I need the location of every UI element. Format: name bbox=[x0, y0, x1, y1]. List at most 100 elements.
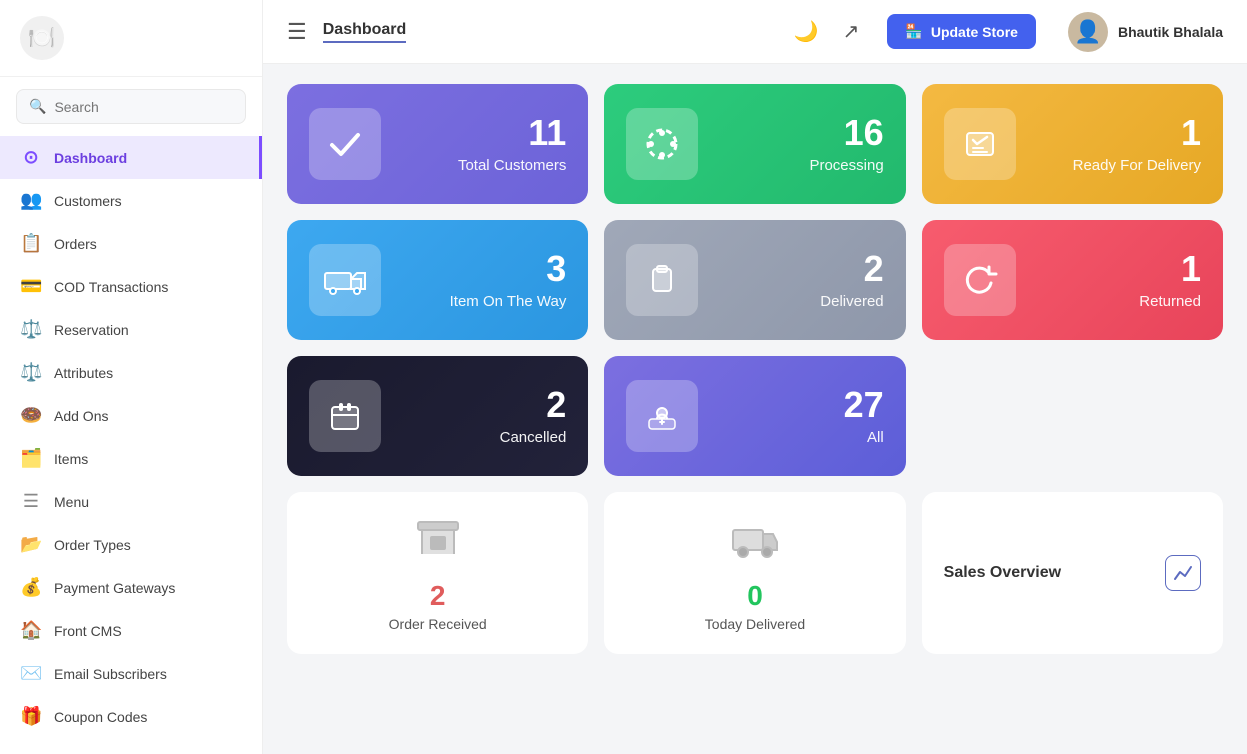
sidebar-item-label: Orders bbox=[54, 236, 97, 252]
user-menu[interactable]: 👤 Bhautik Bhalala bbox=[1068, 12, 1223, 52]
sidebar-item-label: Email Subscribers bbox=[54, 666, 167, 682]
sidebar-item-items[interactable]: 🗂️ Items bbox=[0, 437, 262, 480]
stats-grid: 11 Total Customers 16 Pro bbox=[287, 84, 1223, 476]
orders-icon: 📋 bbox=[20, 233, 42, 254]
sidebar-item-reservation[interactable]: ⚖️ Reservation bbox=[0, 308, 262, 351]
order-received-number: 2 bbox=[430, 580, 446, 612]
cms-icon: 🏠 bbox=[20, 620, 42, 641]
sidebar-item-menu[interactable]: ☰ Menu bbox=[0, 480, 262, 523]
item-on-the-way-number: 3 bbox=[399, 251, 566, 287]
delivered-number: 2 bbox=[716, 251, 883, 287]
sidebar-item-label: Coupon Codes bbox=[54, 709, 147, 725]
all-label: All bbox=[716, 429, 883, 446]
sidebar-item-label: COD Transactions bbox=[54, 279, 168, 295]
delivered-label: Delivered bbox=[716, 293, 883, 310]
sidebar-item-label: Customers bbox=[54, 193, 122, 209]
today-delivered-label: Today Delivered bbox=[705, 616, 805, 632]
empty-slot bbox=[922, 356, 1223, 476]
sidebar-item-dashboard[interactable]: ⊙ Dashboard bbox=[0, 136, 262, 179]
order-received-card: 2 Order Received bbox=[287, 492, 588, 654]
today-delivered-card: 0 Today Delivered bbox=[604, 492, 905, 654]
email-icon: ✉️ bbox=[20, 663, 42, 684]
sidebar-item-customers[interactable]: 👥 Customers bbox=[0, 179, 262, 222]
sidebar-item-label: Order Types bbox=[54, 537, 131, 553]
sidebar-item-front-cms[interactable]: 🏠 Front CMS bbox=[0, 609, 262, 652]
sales-overview-title: Sales Overview bbox=[944, 564, 1061, 582]
page-title: Dashboard bbox=[323, 21, 407, 43]
sidebar-item-email-subscribers[interactable]: ✉️ Email Subscribers bbox=[0, 652, 262, 695]
sidebar-item-label: Front CMS bbox=[54, 623, 122, 639]
search-input[interactable] bbox=[54, 99, 233, 115]
update-store-button[interactable]: 🏪 Update Store bbox=[887, 14, 1036, 49]
delivered-icon bbox=[626, 244, 698, 316]
bottom-cards-grid: 2 Order Received 0 Today Delivered Sales… bbox=[287, 492, 1223, 654]
sidebar-item-attributes[interactable]: ⚖️ Attributes bbox=[0, 351, 262, 394]
sidebar-item-label: Payment Gateways bbox=[54, 580, 175, 596]
dark-mode-icon[interactable]: 🌙 bbox=[794, 19, 819, 44]
order-received-icon bbox=[412, 514, 464, 572]
returned-icon bbox=[944, 244, 1016, 316]
sidebar-item-order-types[interactable]: 📂 Order Types bbox=[0, 523, 262, 566]
returned-label: Returned bbox=[1034, 293, 1201, 310]
total-customers-label: Total Customers bbox=[399, 157, 566, 174]
sidebar-item-payment-gateways[interactable]: 💰 Payment Gateways bbox=[0, 566, 262, 609]
sidebar-item-cod-transactions[interactable]: 💳 COD Transactions bbox=[0, 265, 262, 308]
store-icon: 🏪 bbox=[905, 23, 922, 40]
addons-icon: 🍩 bbox=[20, 405, 42, 426]
external-link-icon[interactable]: ↗ bbox=[843, 19, 860, 44]
today-delivered-icon bbox=[729, 514, 781, 572]
returned-info: 1 Returned bbox=[1034, 251, 1201, 310]
all-info: 27 All bbox=[716, 387, 883, 446]
hamburger-icon[interactable]: ☰ bbox=[287, 19, 307, 45]
sales-overview-card: Sales Overview bbox=[922, 492, 1223, 654]
header: ☰ Dashboard 🌙 ↗ 🏪 Update Store 👤 Bhautik… bbox=[263, 0, 1247, 64]
menu-icon: ☰ bbox=[20, 491, 42, 512]
stat-card-processing: 16 Processing bbox=[604, 84, 905, 204]
ready-for-delivery-number: 1 bbox=[1034, 115, 1201, 151]
processing-info: 16 Processing bbox=[716, 115, 883, 174]
sidebar-item-label: Add Ons bbox=[54, 408, 108, 424]
returned-number: 1 bbox=[1034, 251, 1201, 287]
processing-number: 16 bbox=[716, 115, 883, 151]
items-icon: 🗂️ bbox=[20, 448, 42, 469]
ready-for-delivery-label: Ready For Delivery bbox=[1034, 157, 1201, 174]
today-delivered-number: 0 bbox=[747, 580, 763, 612]
payment-icon: 💰 bbox=[20, 577, 42, 598]
item-on-the-way-info: 3 Item On The Way bbox=[399, 251, 566, 310]
cod-icon: 💳 bbox=[20, 276, 42, 297]
stat-card-delivered: 2 Delivered bbox=[604, 220, 905, 340]
search-icon: 🔍 bbox=[29, 98, 46, 115]
avatar: 👤 bbox=[1068, 12, 1108, 52]
stat-card-returned: 1 Returned bbox=[922, 220, 1223, 340]
stat-card-cancelled: 2 Cancelled bbox=[287, 356, 588, 476]
item-on-the-way-icon bbox=[309, 244, 381, 316]
sidebar: 🍽️ 🔍 ⊙ Dashboard 👥 Customers 📋 Orders 💳 … bbox=[0, 0, 263, 754]
dashboard-icon: ⊙ bbox=[20, 147, 42, 168]
app-logo: 🍽️ bbox=[20, 16, 64, 60]
processing-icon bbox=[626, 108, 698, 180]
sales-chart-button[interactable] bbox=[1165, 555, 1201, 591]
sidebar-item-coupon-codes[interactable]: 🎁 Coupon Codes bbox=[0, 695, 262, 738]
order-received-label: Order Received bbox=[389, 616, 487, 632]
total-customers-icon bbox=[309, 108, 381, 180]
cancelled-icon bbox=[309, 380, 381, 452]
sidebar-item-add-ons[interactable]: 🍩 Add Ons bbox=[0, 394, 262, 437]
user-name: Bhautik Bhalala bbox=[1118, 24, 1223, 40]
sidebar-item-label: Items bbox=[54, 451, 88, 467]
ready-for-delivery-info: 1 Ready For Delivery bbox=[1034, 115, 1201, 174]
total-customers-info: 11 Total Customers bbox=[399, 115, 566, 174]
reservation-icon: ⚖️ bbox=[20, 319, 42, 340]
search-box[interactable]: 🔍 bbox=[16, 89, 246, 124]
all-icon bbox=[626, 380, 698, 452]
coupon-icon: 🎁 bbox=[20, 706, 42, 727]
sidebar-item-orders[interactable]: 📋 Orders bbox=[0, 222, 262, 265]
customers-icon: 👥 bbox=[20, 190, 42, 211]
stat-card-total-customers: 11 Total Customers bbox=[287, 84, 588, 204]
delivered-info: 2 Delivered bbox=[716, 251, 883, 310]
stat-card-all: 27 All bbox=[604, 356, 905, 476]
all-number: 27 bbox=[716, 387, 883, 423]
item-on-the-way-label: Item On The Way bbox=[399, 293, 566, 310]
ready-for-delivery-icon bbox=[944, 108, 1016, 180]
logo-area: 🍽️ bbox=[0, 0, 262, 77]
stat-card-item-on-the-way: 3 Item On The Way bbox=[287, 220, 588, 340]
